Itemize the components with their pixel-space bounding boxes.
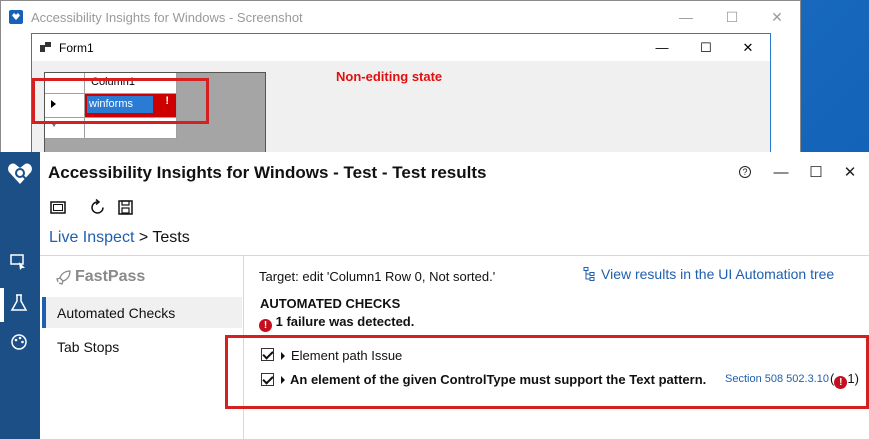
- view-uia-tree-link[interactable]: View results in the UI Automation tree: [583, 266, 834, 282]
- help-button[interactable]: ?: [730, 160, 760, 184]
- refresh-icon[interactable]: [86, 196, 108, 218]
- failure-summary-text: 1 failure was detected.: [275, 314, 415, 329]
- annotation-label: Non-editing state: [336, 69, 443, 84]
- window-title: Accessibility Insights for Windows - Tes…: [48, 163, 487, 182]
- minimize-button[interactable]: —: [663, 1, 709, 33]
- screenshot-toggle-icon[interactable]: [47, 196, 69, 218]
- checkbox-element-path[interactable]: [261, 348, 274, 361]
- breadcrumb: Live Inspect > Tests: [49, 229, 190, 247]
- test-nav-pane: FastPass Automated Checks Tab Stops: [40, 256, 244, 439]
- save-icon[interactable]: [114, 196, 136, 218]
- expand-caret-icon[interactable]: [281, 352, 285, 360]
- left-rail: [0, 152, 40, 439]
- fastpass-label: FastPass: [75, 268, 146, 285]
- expand-caret-icon[interactable]: [281, 376, 285, 384]
- form1-maximize-button[interactable]: ☐: [686, 34, 726, 61]
- results-header-row: Element path Issue: [291, 348, 403, 363]
- checkbox-failure-row[interactable]: [261, 373, 274, 386]
- close-button[interactable]: ✕: [754, 1, 800, 33]
- color-contrast-icon[interactable]: [9, 332, 29, 352]
- rail-selection-indicator: [0, 288, 4, 322]
- test-flask-icon[interactable]: [9, 293, 29, 313]
- nav-selection-bar: [42, 297, 46, 328]
- close-button[interactable]: ✕: [835, 160, 865, 184]
- maximize-button[interactable]: ☐: [801, 160, 831, 184]
- target-description: Target: edit 'Column1 Row 0, Not sorted.…: [259, 269, 496, 284]
- tree-icon: [583, 267, 595, 281]
- view-uia-tree-label: View results in the UI Automation tree: [601, 266, 835, 282]
- breadcrumb-separator: >: [138, 229, 149, 246]
- automated-checks-heading: AUTOMATED CHECKS: [260, 296, 401, 311]
- screenshot-window-title: Accessibility Insights for Windows - Scr…: [31, 10, 303, 25]
- highlight-box-grid-cell: [32, 78, 209, 124]
- section-508-link[interactable]: Section 508 502.3.10: [725, 373, 829, 385]
- fastpass-header: FastPass: [56, 268, 145, 286]
- live-inspect-icon[interactable]: [9, 252, 29, 272]
- form1-titlebar: Form1 — ☐ ✕: [32, 34, 770, 61]
- help-icon: ?: [739, 166, 751, 178]
- failure-count-value: 1): [847, 371, 859, 386]
- nav-item-automated-checks[interactable]: Automated Checks: [42, 297, 242, 328]
- nav-item-tab-stops[interactable]: Tab Stops: [57, 339, 119, 355]
- app-logo-icon[interactable]: [7, 162, 33, 186]
- failure-count: (! 1): [830, 371, 859, 389]
- form-icon: [40, 42, 51, 52]
- maximize-button[interactable]: ☐: [709, 1, 755, 33]
- breadcrumb-current: Tests: [152, 229, 190, 246]
- form1-close-button[interactable]: ✕: [728, 34, 768, 61]
- app-logo-icon: [9, 10, 23, 24]
- minimize-button[interactable]: —: [766, 160, 796, 184]
- failure-rule-text: An element of the given ControlType must…: [290, 372, 707, 387]
- main-window: Accessibility Insights for Windows - Tes…: [0, 152, 869, 439]
- breadcrumb-live-inspect[interactable]: Live Inspect: [49, 229, 134, 246]
- screenshot-titlebar: Accessibility Insights for Windows - Scr…: [1, 1, 800, 33]
- error-icon: !: [259, 319, 272, 332]
- error-icon: !: [834, 376, 848, 389]
- form1-minimize-button[interactable]: —: [642, 34, 682, 61]
- nav-item-label: Automated Checks: [57, 305, 176, 321]
- rocket-icon: [56, 269, 71, 285]
- form1-title: Form1: [59, 41, 94, 55]
- failure-summary: ! 1 failure was detected.: [259, 314, 414, 332]
